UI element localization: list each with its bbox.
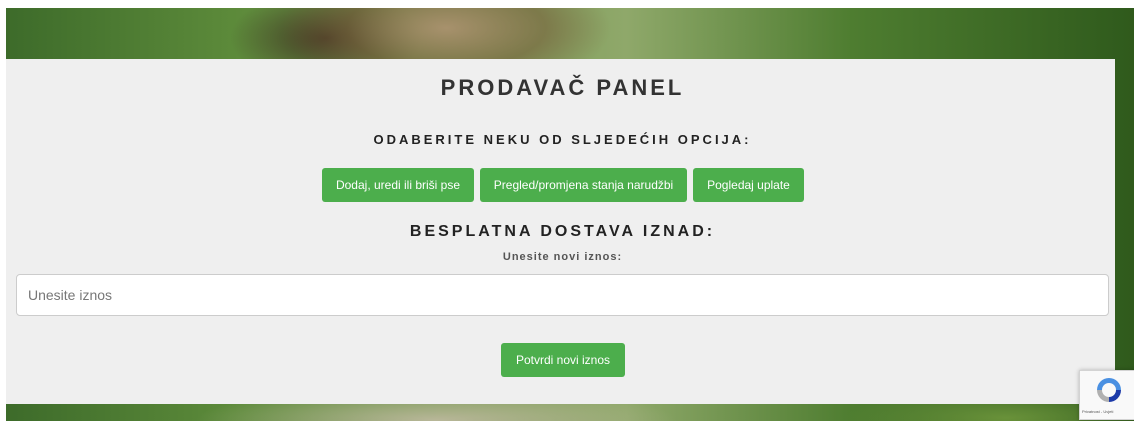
recaptcha-icon: [1097, 378, 1121, 402]
manage-orders-button[interactable]: Pregled/promjena stanja narudžbi: [480, 168, 687, 202]
options-subtitle: ODABERITE NEKU OD SLJEDEĆIH OPCIJA:: [373, 132, 752, 147]
new-amount-label: Unesite novi iznos:: [502, 251, 623, 263]
view-payments-button[interactable]: Pogledaj uplate: [693, 168, 804, 202]
free-shipping-heading: BESPLATNA DOSTAVA IZNAD:: [409, 223, 716, 240]
confirm-amount-button[interactable]: Potvrdi novi iznos: [501, 343, 625, 377]
recaptcha-terms-text[interactable]: Privatnost - Uvjeti: [1082, 409, 1113, 414]
manage-dogs-button[interactable]: Dodaj, uredi ili briši pse: [322, 168, 474, 202]
recaptcha-badge[interactable]: Privatnost - Uvjeti: [1079, 370, 1134, 420]
amount-input[interactable]: [16, 274, 1109, 316]
page-title: PRODAVAČ PANEL: [440, 75, 685, 100]
